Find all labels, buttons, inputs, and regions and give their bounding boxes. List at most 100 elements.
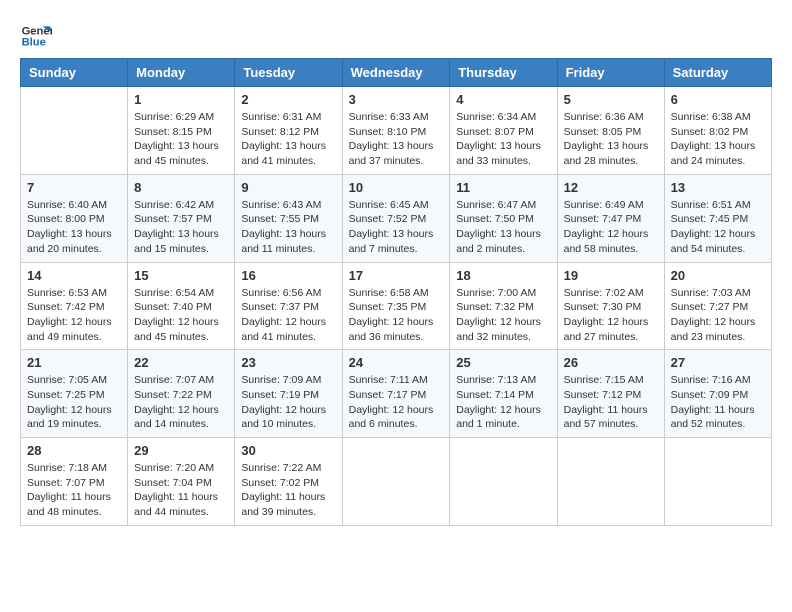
day-number: 24 <box>349 355 444 370</box>
day-number: 2 <box>241 92 335 107</box>
day-number: 22 <box>134 355 228 370</box>
calendar-cell: 21 Sunrise: 7:05 AM Sunset: 7:25 PM Dayli… <box>21 350 128 438</box>
calendar-cell: 10 Sunrise: 6:45 AM Sunset: 7:52 PM Dayli… <box>342 174 450 262</box>
day-number: 19 <box>564 268 658 283</box>
calendar-cell <box>664 438 771 526</box>
logo: General Blue <box>20 20 56 52</box>
weekday-header-monday: Monday <box>128 59 235 87</box>
calendar-cell: 7Sunrise: 6:40 AM Sunset: 8:00 PM Daylig… <box>21 174 128 262</box>
day-number: 17 <box>349 268 444 283</box>
day-info: Sunrise: 7:05 AM Sunset: 7:25 PM Dayligh… <box>27 373 121 432</box>
day-number: 4 <box>456 92 550 107</box>
day-number: 10 <box>349 180 444 195</box>
day-number: 28 <box>27 443 121 458</box>
calendar-cell: 6 Sunrise: 6:38 AM Sunset: 8:02 PM Daylig… <box>664 87 771 175</box>
day-info: Sunrise: 7:02 AM Sunset: 7:30 PM Dayligh… <box>564 286 658 345</box>
calendar-cell: 20 Sunrise: 7:03 AM Sunset: 7:27 PM Dayli… <box>664 262 771 350</box>
day-info: Sunrise: 7:03 AM Sunset: 7:27 PM Dayligh… <box>671 286 765 345</box>
calendar-header-row: SundayMondayTuesdayWednesdayThursdayFrid… <box>21 59 772 87</box>
calendar-cell: 1 Sunrise: 6:29 AM Sunset: 8:15 PM Daylig… <box>128 87 235 175</box>
weekday-header-saturday: Saturday <box>664 59 771 87</box>
calendar-cell: 25 Sunrise: 7:13 AM Sunset: 7:14 PM Dayli… <box>450 350 557 438</box>
day-number: 9 <box>241 180 335 195</box>
day-info: Sunrise: 7:20 AM Sunset: 7:04 PM Dayligh… <box>134 461 228 520</box>
day-number: 12 <box>564 180 658 195</box>
day-info: Sunrise: 6:29 AM Sunset: 8:15 PM Dayligh… <box>134 110 228 169</box>
calendar-cell: 5 Sunrise: 6:36 AM Sunset: 8:05 PM Daylig… <box>557 87 664 175</box>
day-number: 1 <box>134 92 228 107</box>
day-number: 14 <box>27 268 121 283</box>
day-number: 29 <box>134 443 228 458</box>
calendar-cell <box>450 438 557 526</box>
day-info: Sunrise: 7:15 AM Sunset: 7:12 PM Dayligh… <box>564 373 658 432</box>
calendar-cell: 14Sunrise: 6:53 AM Sunset: 7:42 PM Dayli… <box>21 262 128 350</box>
day-number: 18 <box>456 268 550 283</box>
calendar-week-2: 7Sunrise: 6:40 AM Sunset: 8:00 PM Daylig… <box>21 174 772 262</box>
calendar-cell: 11 Sunrise: 6:47 AM Sunset: 7:50 PM Dayli… <box>450 174 557 262</box>
day-info: Sunrise: 7:22 AM Sunset: 7:02 PM Dayligh… <box>241 461 335 520</box>
day-info: Sunrise: 7:13 AM Sunset: 7:14 PM Dayligh… <box>456 373 550 432</box>
calendar-cell: 26 Sunrise: 7:15 AM Sunset: 7:12 PM Dayli… <box>557 350 664 438</box>
day-number: 11 <box>456 180 550 195</box>
day-number: 21 <box>27 355 121 370</box>
day-info: Sunrise: 6:43 AM Sunset: 7:55 PM Dayligh… <box>241 198 335 257</box>
calendar-week-4: 21 Sunrise: 7:05 AM Sunset: 7:25 PM Dayli… <box>21 350 772 438</box>
calendar-cell <box>557 438 664 526</box>
weekday-header-sunday: Sunday <box>21 59 128 87</box>
calendar-cell: 2Sunrise: 6:31 AM Sunset: 8:12 PM Daylig… <box>235 87 342 175</box>
day-number: 25 <box>456 355 550 370</box>
day-number: 30 <box>241 443 335 458</box>
calendar-cell <box>21 87 128 175</box>
day-number: 15 <box>134 268 228 283</box>
calendar-cell: 15 Sunrise: 6:54 AM Sunset: 7:40 PM Dayli… <box>128 262 235 350</box>
calendar-cell: 16 Sunrise: 6:56 AM Sunset: 7:37 PM Dayli… <box>235 262 342 350</box>
day-info: Sunrise: 6:42 AM Sunset: 7:57 PM Dayligh… <box>134 198 228 257</box>
day-info: Sunrise: 6:47 AM Sunset: 7:50 PM Dayligh… <box>456 198 550 257</box>
calendar-cell: 22 Sunrise: 7:07 AM Sunset: 7:22 PM Dayli… <box>128 350 235 438</box>
day-number: 13 <box>671 180 765 195</box>
day-info: Sunrise: 6:49 AM Sunset: 7:47 PM Dayligh… <box>564 198 658 257</box>
day-info: Sunrise: 7:11 AM Sunset: 7:17 PM Dayligh… <box>349 373 444 432</box>
day-number: 16 <box>241 268 335 283</box>
weekday-header-tuesday: Tuesday <box>235 59 342 87</box>
day-info: Sunrise: 6:56 AM Sunset: 7:37 PM Dayligh… <box>241 286 335 345</box>
day-number: 27 <box>671 355 765 370</box>
calendar-cell: 12 Sunrise: 6:49 AM Sunset: 7:47 PM Dayli… <box>557 174 664 262</box>
calendar-cell <box>342 438 450 526</box>
calendar-cell: 9 Sunrise: 6:43 AM Sunset: 7:55 PM Daylig… <box>235 174 342 262</box>
calendar-cell: 4Sunrise: 6:34 AM Sunset: 8:07 PM Daylig… <box>450 87 557 175</box>
calendar-week-1: 1 Sunrise: 6:29 AM Sunset: 8:15 PM Daylig… <box>21 87 772 175</box>
day-number: 20 <box>671 268 765 283</box>
logo-icon: General Blue <box>20 20 52 52</box>
day-number: 23 <box>241 355 335 370</box>
day-info: Sunrise: 6:38 AM Sunset: 8:02 PM Dayligh… <box>671 110 765 169</box>
day-info: Sunrise: 6:58 AM Sunset: 7:35 PM Dayligh… <box>349 286 444 345</box>
calendar-cell: 28 Sunrise: 7:18 AM Sunset: 7:07 PM Dayli… <box>21 438 128 526</box>
day-number: 7 <box>27 180 121 195</box>
calendar-cell: 24 Sunrise: 7:11 AM Sunset: 7:17 PM Dayli… <box>342 350 450 438</box>
calendar-cell: 8Sunrise: 6:42 AM Sunset: 7:57 PM Daylig… <box>128 174 235 262</box>
day-number: 3 <box>349 92 444 107</box>
calendar-cell: 3 Sunrise: 6:33 AM Sunset: 8:10 PM Daylig… <box>342 87 450 175</box>
day-info: Sunrise: 6:54 AM Sunset: 7:40 PM Dayligh… <box>134 286 228 345</box>
day-info: Sunrise: 6:45 AM Sunset: 7:52 PM Dayligh… <box>349 198 444 257</box>
day-info: Sunrise: 7:00 AM Sunset: 7:32 PM Dayligh… <box>456 286 550 345</box>
weekday-header-friday: Friday <box>557 59 664 87</box>
day-number: 6 <box>671 92 765 107</box>
day-info: Sunrise: 7:09 AM Sunset: 7:19 PM Dayligh… <box>241 373 335 432</box>
day-info: Sunrise: 7:07 AM Sunset: 7:22 PM Dayligh… <box>134 373 228 432</box>
page-header: General Blue <box>20 20 772 52</box>
day-info: Sunrise: 6:33 AM Sunset: 8:10 PM Dayligh… <box>349 110 444 169</box>
calendar-cell: 13 Sunrise: 6:51 AM Sunset: 7:45 PM Dayli… <box>664 174 771 262</box>
weekday-header-thursday: Thursday <box>450 59 557 87</box>
weekday-header-wednesday: Wednesday <box>342 59 450 87</box>
calendar-week-3: 14Sunrise: 6:53 AM Sunset: 7:42 PM Dayli… <box>21 262 772 350</box>
day-info: Sunrise: 6:51 AM Sunset: 7:45 PM Dayligh… <box>671 198 765 257</box>
day-number: 5 <box>564 92 658 107</box>
calendar-cell: 19 Sunrise: 7:02 AM Sunset: 7:30 PM Dayli… <box>557 262 664 350</box>
svg-text:Blue: Blue <box>22 37 46 49</box>
day-info: Sunrise: 7:18 AM Sunset: 7:07 PM Dayligh… <box>27 461 121 520</box>
day-number: 26 <box>564 355 658 370</box>
calendar-cell: 30 Sunrise: 7:22 AM Sunset: 7:02 PM Dayli… <box>235 438 342 526</box>
day-info: Sunrise: 6:36 AM Sunset: 8:05 PM Dayligh… <box>564 110 658 169</box>
